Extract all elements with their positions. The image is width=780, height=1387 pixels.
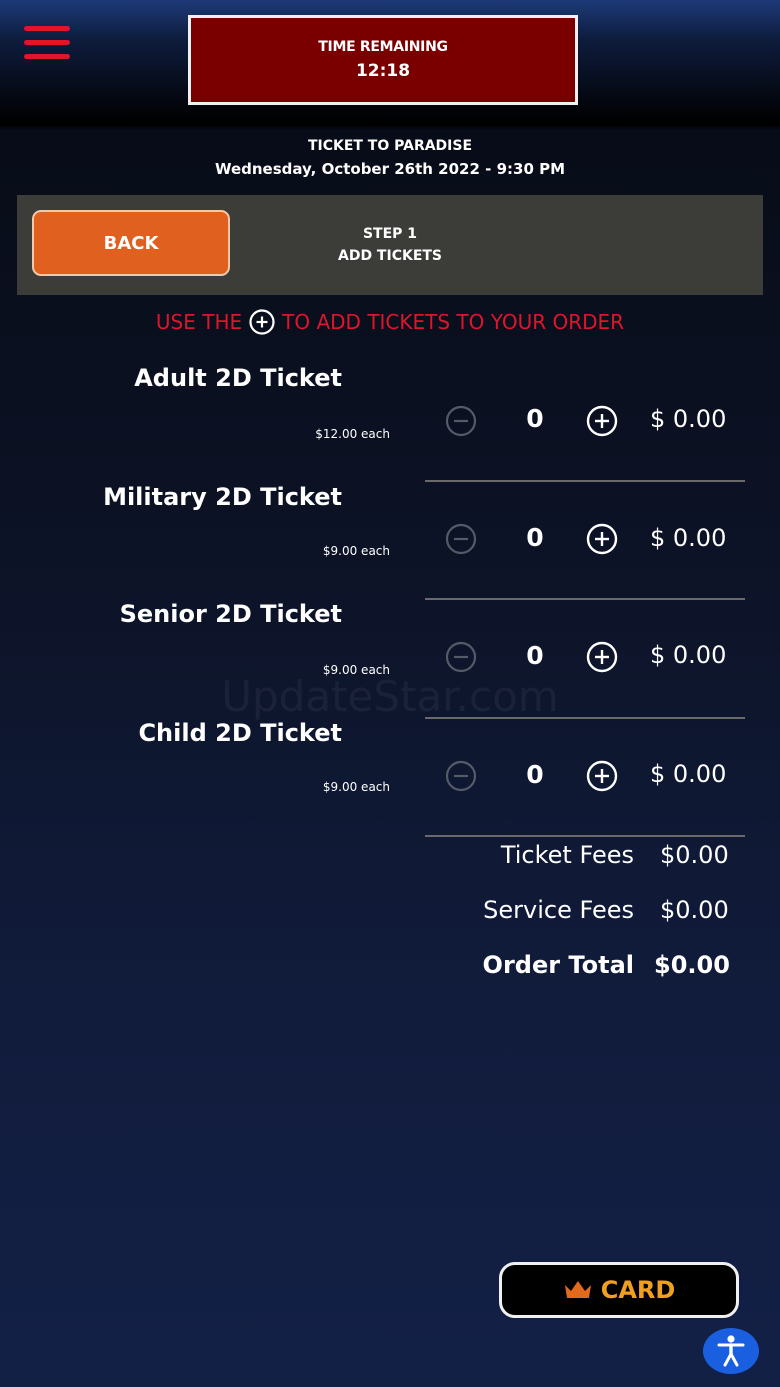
ticket-price: $12.00 each [315, 427, 390, 441]
decrease-quantity-icon[interactable] [444, 759, 478, 793]
ticket-line-total: $ 0.00 [650, 524, 727, 552]
service-fees-label: Service Fees [483, 896, 634, 924]
decrease-quantity-icon[interactable] [444, 522, 478, 556]
showtime: Wednesday, October 26th 2022 - 9:30 PM [214, 160, 566, 178]
ticket-line-total: $ 0.00 [650, 641, 727, 669]
back-button[interactable]: BACK [32, 210, 230, 276]
instruction-text-start: USE THE [155, 310, 243, 334]
ticket-quantity: 0 [526, 523, 544, 552]
ticket-name: Military 2D Ticket [103, 483, 342, 511]
ticket-name: Adult 2D Ticket [134, 364, 342, 392]
movie-title: TICKET TO PARADISE [307, 138, 473, 154]
accessibility-icon [717, 1335, 745, 1367]
ticket-name: Child 2D Ticket [138, 719, 342, 747]
increase-quantity-icon[interactable] [585, 640, 619, 674]
timer-value: 12:18 [355, 61, 411, 81]
decrease-quantity-icon[interactable] [444, 404, 478, 438]
step-indicator: STEP 1 ADD TICKETS [300, 223, 480, 267]
card-button[interactable]: CARD [499, 1262, 739, 1318]
crown-icon [564, 1281, 591, 1298]
ticket-name: Senior 2D Ticket [119, 600, 342, 628]
add-tickets-instruction: USE THE TO ADD TICKETS TO YOUR ORDER [0, 308, 780, 336]
ticket-quantity: 0 [526, 641, 544, 670]
ticket-price: $9.00 each [322, 544, 390, 558]
increase-quantity-icon[interactable] [585, 759, 619, 793]
row-divider [425, 598, 745, 600]
accessibility-button[interactable] [703, 1328, 759, 1374]
ticket-line-total: $ 0.00 [650, 760, 727, 788]
row-divider [425, 480, 745, 482]
card-button-label: CARD [600, 1276, 676, 1304]
watermark: UpdateStar.com [221, 672, 559, 721]
step-bar: BACK STEP 1 ADD TICKETS [17, 195, 763, 295]
row-divider [425, 835, 745, 837]
time-remaining-box: TIME REMAINING 12:18 [188, 15, 578, 105]
hamburger-menu-icon[interactable] [24, 26, 70, 60]
ticket-price: $9.00 each [322, 780, 390, 794]
order-total-value: $0.00 [654, 951, 730, 979]
order-total-label: Order Total [482, 951, 634, 979]
increase-quantity-icon[interactable] [585, 404, 619, 438]
ticket-quantity: 0 [526, 404, 544, 433]
increase-quantity-icon[interactable] [585, 522, 619, 556]
ticket-quantity: 0 [526, 760, 544, 789]
plus-circle-icon [249, 309, 275, 335]
service-fees-value: $0.00 [660, 896, 729, 924]
ticket-line-total: $ 0.00 [650, 405, 727, 433]
ticket-fees-value: $0.00 [660, 841, 729, 869]
step-number: STEP 1 [362, 226, 418, 242]
step-title: ADD TICKETS [337, 248, 443, 264]
decrease-quantity-icon[interactable] [444, 640, 478, 674]
instruction-text-end: TO ADD TICKETS TO YOUR ORDER [282, 310, 625, 334]
ticket-fees-label: Ticket Fees [500, 841, 634, 869]
timer-label: TIME REMAINING [318, 39, 448, 55]
